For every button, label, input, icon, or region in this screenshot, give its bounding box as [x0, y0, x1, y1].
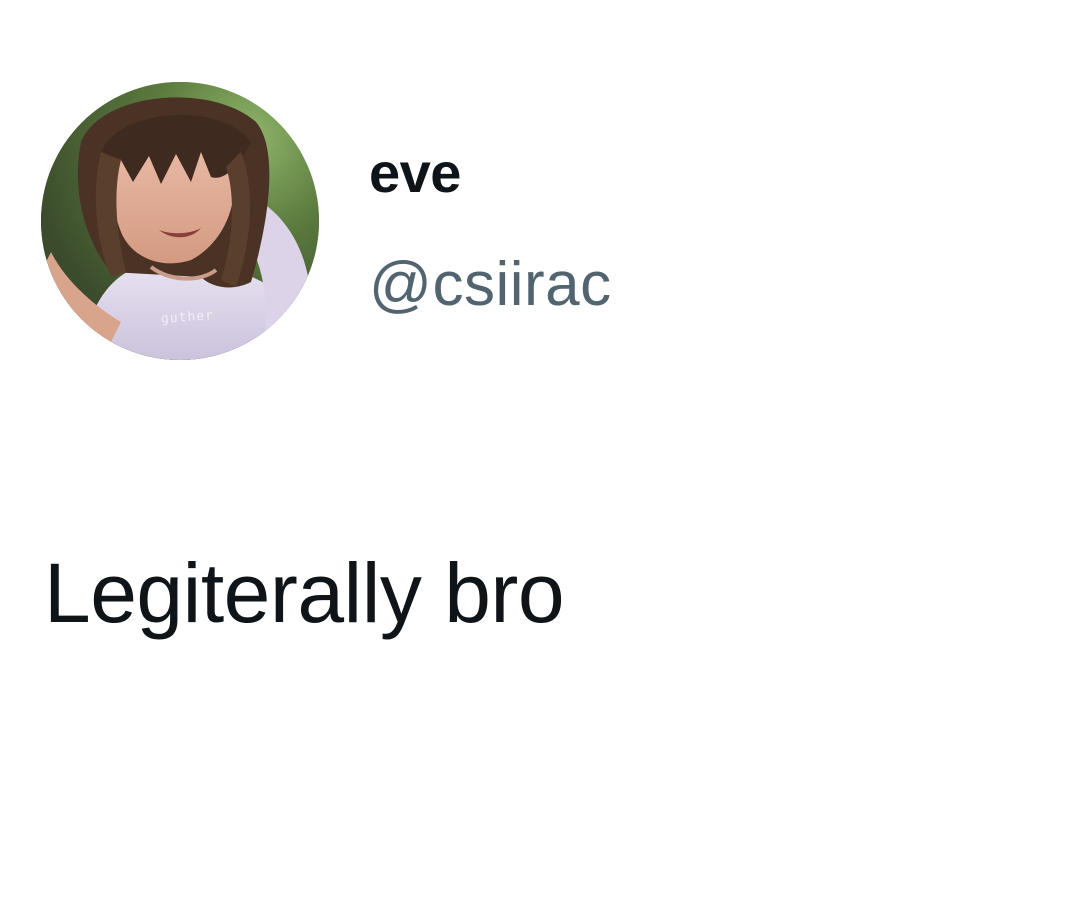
tweet-card: guther eve @csiirac Legiterally bro	[0, 0, 1072, 901]
display-name[interactable]: eve	[369, 128, 612, 218]
avatar[interactable]: guther	[41, 82, 319, 360]
tweet-text: Legiterally bro	[44, 546, 565, 640]
user-handle[interactable]: @csiirac	[369, 240, 612, 330]
author-names: eve @csiirac	[369, 128, 612, 330]
